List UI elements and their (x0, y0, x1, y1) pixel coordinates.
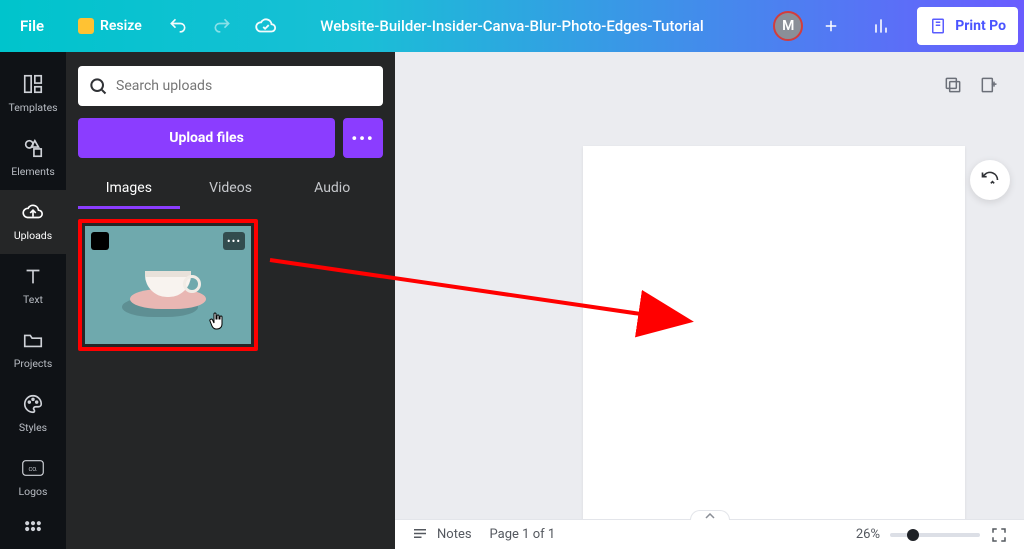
rail-apps[interactable] (0, 509, 66, 549)
upload-thumbnail[interactable]: ••• (85, 226, 251, 344)
design-page[interactable] (583, 146, 965, 528)
undo-button[interactable] (156, 0, 200, 52)
rail-projects[interactable]: Projects (0, 318, 66, 382)
cloud-check-icon (255, 15, 277, 37)
redo-button[interactable] (200, 0, 244, 52)
notes-icon (411, 526, 429, 544)
rail-templates[interactable]: Templates (0, 62, 66, 126)
fullscreen-button[interactable] (990, 526, 1008, 544)
rail-logos-label: Logos (19, 485, 48, 498)
rail-uploads-label: Uploads (14, 229, 52, 242)
undo-icon (168, 16, 188, 36)
notes-button[interactable]: Notes (411, 526, 472, 544)
chevron-up-icon (705, 513, 715, 519)
crown-icon (78, 18, 94, 34)
page-plus-icon (979, 75, 999, 95)
zoom-percentage[interactable]: 26% (856, 527, 880, 542)
palette-icon (22, 393, 44, 415)
cloud-sync-button[interactable] (244, 0, 288, 52)
elements-icon (22, 137, 44, 159)
thumbnail-image-preview (130, 289, 206, 309)
rail-projects-label: Projects (14, 357, 53, 370)
insights-button[interactable] (859, 0, 903, 52)
rail-styles[interactable]: Styles (0, 381, 66, 445)
add-page-button[interactable] (978, 74, 1000, 96)
rail-text-label: Text (23, 293, 43, 306)
thumbnail-select-checkbox[interactable] (91, 232, 109, 250)
rail-text[interactable]: Text (0, 254, 66, 318)
print-button[interactable]: Print Po (917, 7, 1018, 45)
resize-label: Resize (100, 18, 142, 34)
uploads-panel: Upload files ••• Images Videos Audio ••• (66, 52, 395, 549)
zoom-slider-knob[interactable] (907, 529, 919, 541)
svg-text:CO.: CO. (28, 467, 38, 473)
text-icon (22, 265, 44, 287)
print-label: Print Po (955, 18, 1006, 34)
status-bar: Notes Page 1 of 1 26% (395, 519, 1024, 549)
tab-videos[interactable]: Videos (180, 172, 282, 209)
hand-cursor-icon (209, 312, 225, 330)
tab-audio[interactable]: Audio (281, 172, 383, 209)
resize-button[interactable]: Resize (64, 18, 156, 34)
uploads-icon (22, 201, 44, 223)
layers-fab[interactable] (970, 160, 1010, 200)
templates-icon (22, 73, 44, 95)
canvas-area (395, 52, 1024, 519)
page-indicator[interactable]: Page 1 of 1 (490, 527, 556, 542)
side-rail: Templates Elements Uploads Text Projects… (0, 52, 66, 549)
tab-images[interactable]: Images (78, 172, 180, 209)
rail-styles-label: Styles (19, 421, 47, 434)
duplicate-page-button[interactable] (942, 74, 964, 96)
plus-icon (822, 17, 840, 35)
page-drawer-toggle[interactable] (690, 510, 730, 520)
upload-files-button[interactable]: Upload files (78, 118, 335, 158)
document-title[interactable]: Website-Builder-Insider-Canva-Blur-Photo… (320, 17, 704, 35)
page-tools (942, 74, 1000, 96)
apps-grid-icon (23, 519, 43, 539)
search-input[interactable] (116, 78, 373, 94)
poster-icon (929, 17, 947, 35)
logos-icon: CO. (22, 458, 44, 478)
expand-icon (990, 526, 1008, 544)
user-avatar[interactable]: M (773, 11, 803, 41)
upload-options-button[interactable]: ••• (343, 118, 383, 158)
rail-elements[interactable]: Elements (0, 126, 66, 190)
thumbnail-options-button[interactable]: ••• (223, 232, 245, 250)
rail-uploads[interactable]: Uploads (0, 190, 66, 254)
redo-icon (212, 16, 232, 36)
rail-logos[interactable]: CO. Logos (0, 445, 66, 509)
search-uploads[interactable] (78, 66, 383, 106)
file-menu[interactable]: File (0, 0, 64, 52)
folder-icon (22, 329, 44, 351)
notes-label: Notes (437, 527, 472, 542)
refresh-icon (980, 170, 1000, 190)
upload-type-tabs: Images Videos Audio (78, 172, 383, 209)
zoom-controls: 26% (856, 526, 1008, 544)
search-icon (88, 76, 108, 96)
bar-chart-icon (871, 16, 891, 36)
annotation-highlight: ••• (78, 219, 258, 351)
dots-icon: ••• (351, 129, 374, 148)
top-bar: File Resize Website-Builder-Insider-Canv… (0, 0, 1024, 52)
zoom-slider[interactable] (890, 533, 980, 537)
copy-icon (943, 75, 963, 95)
rail-templates-label: Templates (8, 101, 57, 114)
rail-elements-label: Elements (11, 165, 55, 178)
share-add-button[interactable] (817, 12, 845, 40)
